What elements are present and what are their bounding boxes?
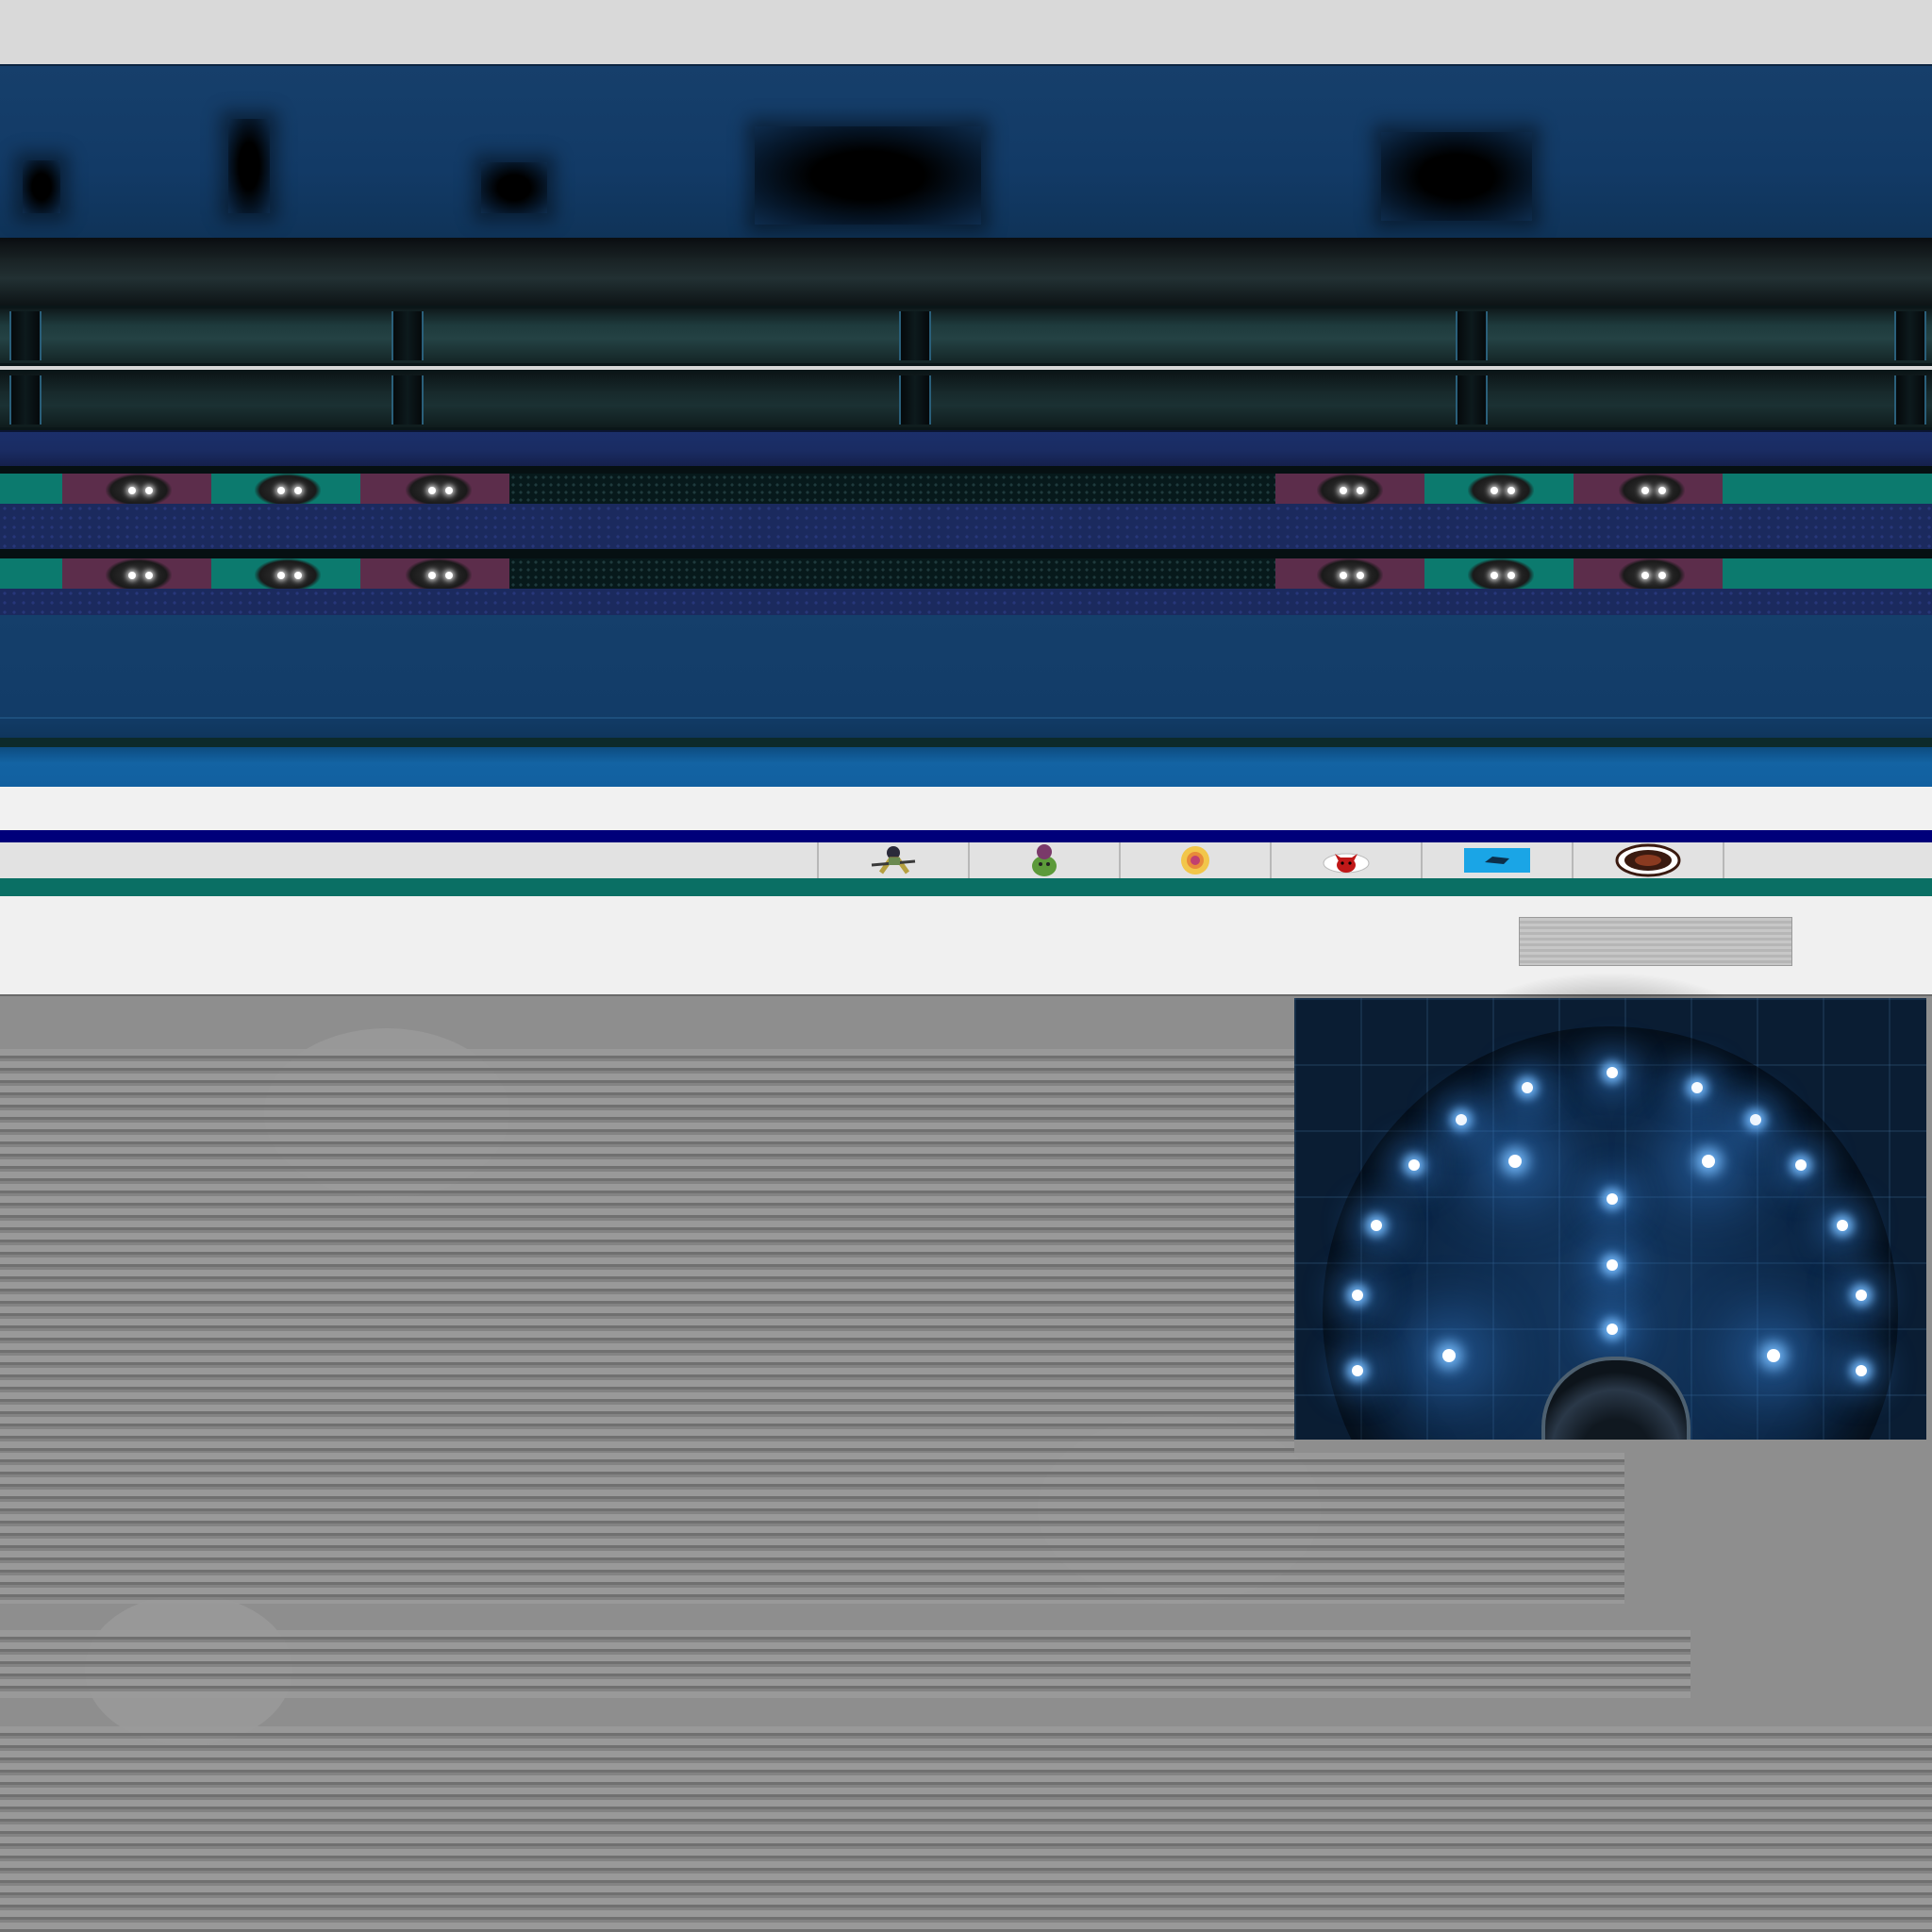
sponsor-slot [1270, 842, 1421, 878]
fan-icon [255, 474, 321, 504]
dome-light [1508, 1155, 1522, 1168]
fan-icon [406, 558, 472, 589]
dome-light [1795, 1159, 1807, 1171]
sponsor-strip [0, 842, 1932, 880]
bench-row [0, 306, 1932, 366]
bench-post [9, 375, 42, 425]
bench-row [0, 370, 1932, 430]
round-badge-icon [1615, 843, 1681, 877]
fan-icon [1619, 558, 1685, 589]
fan-icon [1468, 558, 1534, 589]
fan-icon [106, 474, 172, 504]
fan-icon [255, 558, 321, 589]
bench-post [391, 375, 424, 425]
sponsor-slot [1119, 842, 1270, 878]
crowd-edge [0, 466, 1932, 474]
dome-light [1371, 1220, 1382, 1231]
dome-light [1408, 1159, 1420, 1171]
bench-post [1894, 311, 1926, 360]
dome-light [1856, 1290, 1867, 1301]
crowd-empty-seats [509, 474, 1275, 504]
dome-light [1856, 1365, 1867, 1376]
navy-band [0, 430, 1932, 468]
dome-light [1702, 1155, 1715, 1168]
dome-light [1607, 1259, 1618, 1271]
bench-post [391, 311, 424, 360]
fan-icon [106, 558, 172, 589]
green-mascot-icon [1032, 844, 1057, 876]
wall-vent [23, 160, 60, 213]
sponsor-slot [1572, 842, 1723, 878]
crowd-row [0, 558, 1932, 589]
white-ad-band [0, 787, 1932, 830]
crowd-edge [0, 549, 1932, 558]
dome-light [1352, 1365, 1363, 1376]
crowd-row [0, 474, 1932, 504]
dotted-stand-band [0, 504, 1932, 549]
wall-vent [228, 119, 270, 213]
sponsor-slot [1421, 842, 1572, 878]
lower-arena-wall [0, 615, 1932, 738]
dome-light [1442, 1349, 1456, 1362]
ribbed-steps [0, 1630, 1690, 1698]
wall-vent [755, 126, 981, 225]
dark-seating-band [0, 238, 1932, 306]
dome-light [1837, 1220, 1848, 1231]
sponsor-slot [1723, 842, 1874, 878]
bench-post [1456, 311, 1488, 360]
wall-vent [1381, 132, 1532, 221]
crowd-empty-seats [509, 558, 1275, 589]
ribbed-steps [0, 1049, 1294, 1453]
navy-line [0, 830, 1932, 842]
ribbed-steps [0, 1726, 1932, 1932]
dome-light [1750, 1114, 1761, 1125]
glowing-dome [1294, 998, 1926, 1440]
teal-band [0, 878, 1932, 896]
bench-post [899, 311, 931, 360]
grey-panel [1519, 917, 1792, 966]
fan-icon [1317, 474, 1383, 504]
dome-light [1607, 1067, 1618, 1078]
dome-light [1691, 1082, 1703, 1093]
sponsor-slot [968, 842, 1119, 878]
blue-banner-icon [1464, 848, 1530, 873]
dark-stripe [0, 738, 1932, 747]
bench-post [1456, 375, 1488, 425]
sun-emblem-icon [1181, 846, 1209, 874]
red-horned-mascot-icon [1323, 853, 1370, 874]
bench-post [899, 375, 931, 425]
top-strip [0, 0, 1932, 64]
runner-mascot-icon [871, 846, 916, 874]
wall-seam [0, 717, 1932, 719]
dotted-stand-band [0, 589, 1932, 615]
dome-light [1522, 1082, 1533, 1093]
bench-post [1894, 375, 1926, 425]
dome-light [1607, 1193, 1618, 1205]
bench-post [9, 311, 42, 360]
wall-vent [481, 162, 547, 213]
ribbed-steps [0, 1453, 1624, 1604]
fan-icon [1468, 474, 1534, 504]
fan-icon [1619, 474, 1685, 504]
dome-light [1456, 1114, 1467, 1125]
blue-band [0, 747, 1932, 787]
dome-light [1607, 1324, 1618, 1335]
dome-light [1352, 1290, 1363, 1301]
dome-light [1767, 1349, 1780, 1362]
fan-icon [406, 474, 472, 504]
fan-icon [1317, 558, 1383, 589]
sponsor-slot [817, 842, 968, 878]
